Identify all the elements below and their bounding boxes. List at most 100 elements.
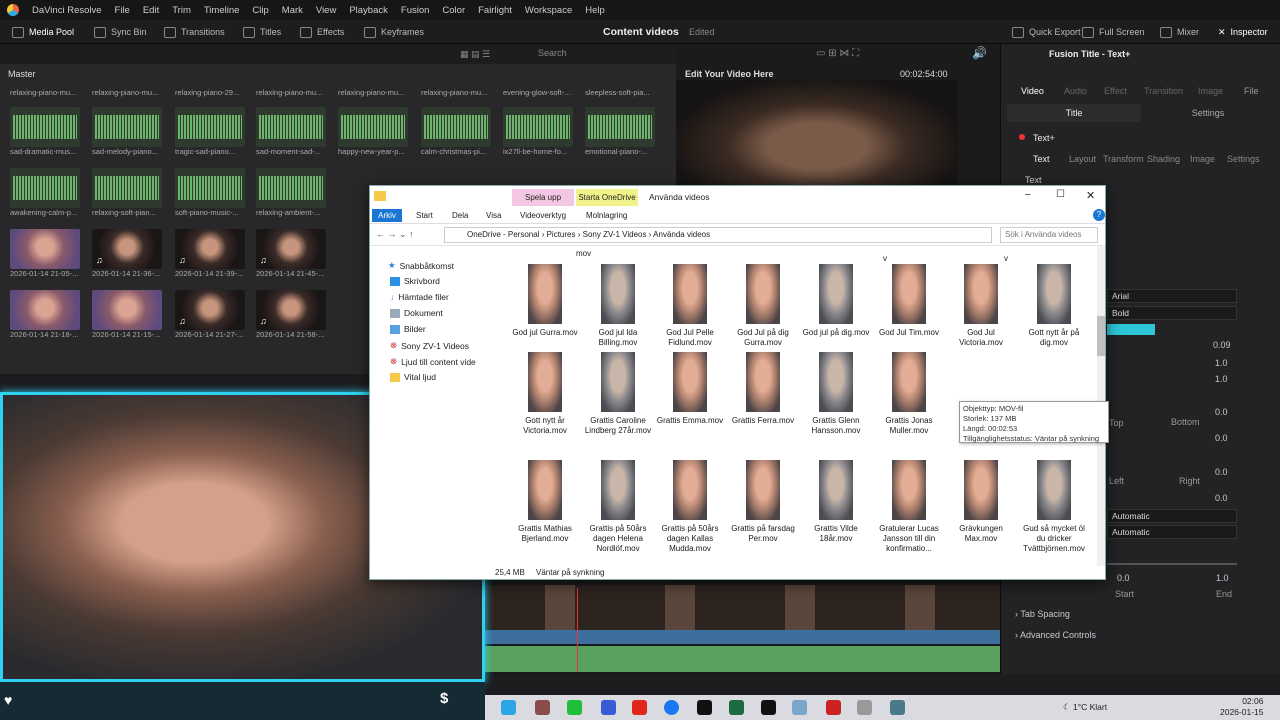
nav-bilder[interactable]: Bilder — [390, 324, 426, 334]
breadcrumb-pictures[interactable]: Pictures — [547, 230, 576, 239]
file-thumbnail[interactable]: Grattis på 50års dagen Kallas Mudda.mov — [655, 460, 725, 554]
viewer-title[interactable]: Edit Your Video Here — [685, 69, 774, 79]
menu-mark[interactable]: Mark — [282, 5, 303, 16]
audio-clip[interactable]: calm-christmas-pi... — [421, 107, 491, 156]
audio-clip[interactable]: relaxing-ambient-... — [256, 168, 326, 217]
breadcrumb-anvanda[interactable]: Använda videos — [653, 230, 710, 239]
menu-trim[interactable]: Trim — [172, 5, 191, 16]
subtab-settings[interactable]: Settings — [1143, 104, 1273, 122]
video-clip[interactable]: ♫ 2026-01-14 21-39-... — [175, 229, 245, 278]
capcut-icon[interactable] — [761, 700, 776, 715]
file-thumbnail[interactable]: Grattis Jonas Muller.mov — [874, 352, 944, 436]
menu-timeline[interactable]: Timeline — [204, 5, 240, 16]
tab-transition[interactable]: Transition — [1144, 86, 1183, 96]
quick-export-button[interactable]: Quick Export — [1012, 20, 1081, 44]
app-icon-5[interactable] — [890, 700, 905, 715]
nav-dokument[interactable]: Dokument — [390, 308, 443, 318]
file-thumbnail[interactable]: Gratulerar Lucas Jansson till din konfir… — [874, 460, 944, 554]
audio-clip[interactable]: ix27ll-be-home-fo... — [503, 107, 573, 156]
file-thumbnail[interactable]: Grattis på farsdag Per.mov — [728, 460, 798, 544]
video-clip[interactable]: ♫ 2026-01-14 21-58-... — [256, 290, 326, 339]
file-thumbnail[interactable]: God jul Ida Billing.mov — [583, 264, 653, 348]
file-thumbnail[interactable]: Grattis Emma.mov — [655, 352, 725, 426]
tab-file[interactable]: File — [1244, 86, 1259, 96]
value-size[interactable]: 0.09 — [1213, 340, 1231, 350]
file-thumbnail[interactable]: God Jul Tim.mov — [874, 264, 944, 338]
davinci-icon[interactable] — [826, 700, 841, 715]
sync-bin-button[interactable]: Sync Bin — [94, 20, 147, 44]
file-thumbnail[interactable]: Gott nytt år på dig.mov — [1019, 264, 1089, 348]
tab-starta-onedrive[interactable]: Starta OneDrive — [576, 189, 638, 206]
ribbon-visa[interactable]: Visa — [486, 211, 501, 220]
tab-effect[interactable]: Effect — [1104, 86, 1127, 96]
breadcrumb[interactable]: OneDrive - Personal › Pictures › Sony ZV… — [444, 227, 992, 243]
viewer-controls[interactable]: ▭ ⊞ ⋈ ⛶ — [816, 48, 859, 59]
help-icon[interactable]: ? — [1093, 209, 1105, 221]
file-thumbnail[interactable]: Grävkungen Max.mov — [946, 460, 1016, 544]
menu-fairlight[interactable]: Fairlight — [478, 5, 512, 16]
explorer-search-input[interactable]: Sök i Använda videos — [1000, 227, 1098, 243]
video-clip[interactable]: ♫ 2026-01-14 21-45-... — [256, 229, 326, 278]
file-thumbnail[interactable]: Grattis Vilde 18år.mov — [801, 460, 871, 544]
menu-clip[interactable]: Clip — [252, 5, 268, 16]
file-thumbnail[interactable]: God jul Gurra.mov — [510, 264, 580, 338]
tab-audio[interactable]: Audio — [1064, 86, 1087, 96]
end-value[interactable]: 1.0 — [1216, 573, 1229, 583]
file-thumbnail[interactable]: God Jul på dig Gurra.mov — [728, 264, 798, 348]
nav-hamtade-filer[interactable]: ↓ Hämtade filer — [390, 292, 449, 302]
style-select[interactable]: Bold — [1107, 306, 1237, 320]
audio-clip[interactable]: sad-dramatic-mus... — [10, 107, 80, 156]
tab-spacing-section[interactable]: › Tab Spacing — [1015, 609, 1070, 619]
menu-file[interactable]: File — [115, 5, 130, 16]
clock[interactable]: 02:06 2026-01-15 — [1220, 696, 1263, 718]
section-text[interactable]: Text — [1025, 175, 1042, 185]
range-slider[interactable] — [1107, 563, 1237, 565]
text-tab-text[interactable]: Text — [1033, 154, 1050, 164]
video-clip[interactable]: 2026-01-14 21-18-... — [10, 290, 80, 339]
ribbon-dela[interactable]: Dela — [452, 211, 468, 220]
close-button[interactable]: ✕ — [1086, 189, 1095, 202]
automatic-select-2[interactable]: Automatic — [1107, 525, 1237, 539]
audio-clip[interactable]: emotional-piano-... — [585, 107, 655, 156]
value-spacing[interactable]: 1.0 — [1215, 358, 1228, 368]
audio-clip[interactable]: tragic-sad-piano... — [175, 107, 245, 156]
file-thumbnail[interactable]: Gud så mycket öl du dricker Tvättbjörnen… — [1019, 460, 1089, 554]
excel-icon[interactable] — [729, 700, 744, 715]
text-tab-image[interactable]: Image — [1190, 154, 1215, 164]
ribbon-arkiv[interactable]: Arkiv — [372, 209, 402, 222]
file-explorer-window[interactable]: Spela upp Starta OneDrive Använda videos… — [369, 185, 1106, 580]
maximize-button[interactable]: ☐ — [1056, 189, 1065, 200]
nav-ljud[interactable]: ⊗ Ljud till content vide — [390, 356, 476, 367]
text-tab-settings[interactable]: Settings — [1227, 154, 1260, 164]
menu-view[interactable]: View — [316, 5, 336, 16]
value-bottom[interactable]: 0.0 — [1215, 433, 1228, 443]
value-top[interactable]: 0.0 — [1215, 407, 1228, 417]
tiktok-icon[interactable] — [697, 700, 712, 715]
file-thumbnail[interactable]: Grattis Mathias Bjerland.mov — [510, 460, 580, 544]
value-line[interactable]: 1.0 — [1215, 374, 1228, 384]
ribbon-molnlagring[interactable]: Molnlagring — [586, 211, 627, 220]
file-thumbnail[interactable]: Gott nytt år Victoria.mov — [510, 352, 580, 436]
timeline-video-track[interactable] — [485, 585, 1000, 630]
video-clip[interactable]: 2026-01-14 21-05-... — [10, 229, 80, 278]
audio-clip[interactable]: happy-new-year-p... — [338, 107, 408, 156]
app-icon-2[interactable] — [601, 700, 616, 715]
keyframes-button[interactable]: Keyframes — [364, 20, 424, 44]
text-tab-layout[interactable]: Layout — [1069, 154, 1096, 164]
video-clip[interactable]: ♫ 2026-01-14 21-27-... — [175, 290, 245, 339]
app-icon-3[interactable] — [792, 700, 807, 715]
menu-fusion[interactable]: Fusion — [401, 5, 430, 16]
tab-spela-upp[interactable]: Spela upp — [512, 189, 574, 206]
text-tab-shading[interactable]: Shading — [1147, 154, 1180, 164]
titles-button[interactable]: Titles — [243, 20, 281, 44]
transitions-button[interactable]: Transitions — [164, 20, 225, 44]
effects-button[interactable]: Effects — [300, 20, 344, 44]
ribbon-videoverktyg[interactable]: Videoverktyg — [520, 211, 566, 220]
file-thumbnail[interactable]: God Jul Pelle Fidlund.mov — [655, 264, 725, 348]
media-search-input[interactable]: Search — [538, 48, 638, 60]
node-indicator-icon[interactable] — [1019, 134, 1025, 140]
ribbon-start[interactable]: Start — [416, 211, 433, 220]
color-swatch[interactable] — [1107, 324, 1155, 335]
video-clip[interactable]: ♫ 2026-01-14 21-36-... — [92, 229, 162, 278]
app-icon-1[interactable] — [535, 700, 550, 715]
